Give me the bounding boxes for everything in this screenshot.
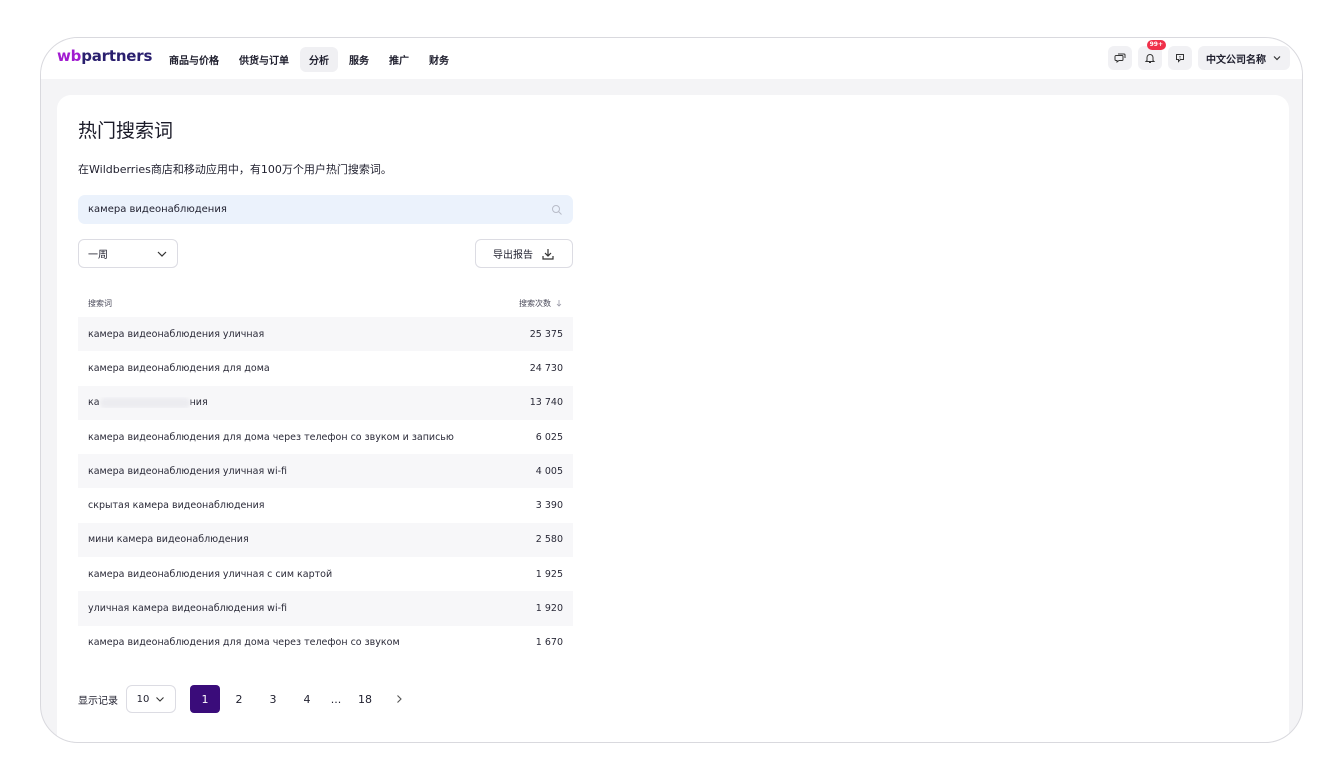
row-term: уличная камера видеонаблюдения wi-fi [88, 603, 288, 615]
search-input[interactable] [88, 204, 551, 215]
row-count: 2 580 [535, 534, 563, 546]
page-size-dropdown[interactable]: 10 [126, 685, 176, 713]
page-title: 热门搜索词 [78, 120, 174, 142]
row-count: 24 730 [529, 362, 563, 374]
nav-item-analytics[interactable]: 分析 [300, 47, 338, 72]
nav-item-promotion[interactable]: 推广 [380, 47, 418, 72]
chevron-down-icon [1273, 56, 1281, 61]
row-term-start: ка [88, 397, 100, 409]
feedback-icon [1176, 54, 1184, 63]
page-2-button[interactable]: 2 [224, 685, 254, 713]
page-subtitle: 在Wildberries商店和移动应用中，有100万个用户热门搜索词。 [78, 163, 392, 176]
table-row[interactable]: уличная камера видеонаблюдения wi-fi 1 9… [78, 591, 573, 626]
table-row[interactable]: мини камера видеонаблюдения 2 580 [78, 522, 573, 558]
page-1-button[interactable]: 1 [190, 685, 220, 713]
column-header-term: 搜索词 [88, 298, 112, 308]
nav-item-supplies-orders[interactable]: 供货与订单 [230, 47, 298, 72]
wb-partners-logo[interactable]: wbpartners [57, 47, 152, 65]
page-size-label: 显示记录 [78, 695, 118, 707]
company-selector[interactable]: 中文公司名称 [1198, 46, 1290, 70]
row-count: 4 005 [535, 465, 563, 477]
page-18-button[interactable]: 18 [350, 685, 380, 713]
nav-item-finance[interactable]: 财务 [420, 47, 458, 72]
nav-item-products-prices[interactable]: 商品与价格 [160, 47, 228, 72]
sort-down-icon [556, 300, 562, 307]
row-term: камера видеонаблюдения уличная [88, 328, 265, 340]
notifications-button[interactable]: 99+ [1138, 40, 1166, 70]
table-header: 搜索词 搜索次数 [78, 289, 573, 317]
row-term: камера видеонаблюдения уличная wi-fi [88, 465, 288, 477]
bell-icon [1144, 54, 1156, 63]
page-size-value: 10 [136, 693, 150, 705]
table-row[interactable]: камера видеонаблюдения для дома 24 730 [78, 351, 573, 385]
row-count: 13 740 [529, 397, 563, 409]
page-list: 1 2 3 4 ... 18 [190, 685, 414, 713]
page-ellipsis: ... [330, 692, 342, 706]
export-label: 导出报告 [493, 250, 533, 261]
row-term-redacted: ка ния [88, 397, 208, 408]
feedback-button[interactable] [1168, 46, 1192, 70]
company-name: 中文公司名称 [1206, 54, 1266, 66]
row-term-end: ния [189, 397, 208, 409]
table-row[interactable]: камера видеонаблюдения для дома через те… [78, 420, 573, 454]
table-row[interactable]: ка ния 13 740 [78, 385, 573, 420]
page-4-button[interactable]: 4 [292, 685, 322, 713]
table-row[interactable]: камера видеонаблюдения уличная с сим кар… [78, 557, 573, 591]
row-term: скрытая камера видеонаблюдения [88, 500, 265, 512]
pagination: 显示记录 10 1 2 3 4 ... 18 [78, 685, 414, 713]
notifications-badge: 99+ [1146, 40, 1166, 50]
header-actions: 99+ 中文公司名称 [1108, 40, 1290, 70]
page-3-button[interactable]: 3 [258, 685, 288, 713]
main-nav: 商品与价格 供货与订单 分析 服务 推广 财务 [160, 47, 458, 72]
column-header-count[interactable]: 搜索次数 [519, 298, 563, 309]
chevron-down-icon [156, 697, 165, 702]
nav-item-services[interactable]: 服务 [340, 47, 378, 72]
row-count: 1 670 [535, 637, 563, 649]
period-label: 一周 [88, 250, 108, 261]
app-window: wbpartners 商品与价格 供货与订单 分析 服务 推广 财务 99+ 中… [40, 37, 1303, 743]
table-row[interactable]: камера видеонаблюдения уличная 25 375 [78, 317, 573, 352]
row-count: 1 925 [535, 568, 563, 580]
table-row[interactable]: камера видеонаблюдения для дома через те… [78, 626, 573, 660]
chat-button[interactable] [1108, 46, 1132, 70]
row-term: камера видеонаблюдения уличная с сим кар… [88, 568, 333, 580]
next-page-button[interactable] [384, 685, 414, 713]
row-term: камера видеонаблюдения для дома [88, 362, 270, 374]
logo-wb: wb [57, 47, 82, 65]
row-count: 1 920 [535, 603, 563, 615]
search-icon[interactable] [551, 204, 563, 216]
table-row[interactable]: скрытая камера видеонаблюдения 3 390 [78, 488, 573, 522]
search-box[interactable] [78, 195, 573, 224]
row-count: 25 375 [529, 328, 563, 340]
row-term: мини камера видеонаблюдения [88, 534, 249, 546]
download-icon [542, 248, 554, 260]
logo-partners: partners [81, 47, 153, 65]
row-count: 3 390 [535, 500, 563, 512]
column-header-count-label: 搜索次数 [519, 298, 551, 308]
table-row[interactable]: камера видеонаблюдения уличная wi-fi 4 0… [78, 454, 573, 489]
row-term: камера видеонаблюдения для дома через те… [88, 431, 454, 443]
search-terms-table: 搜索词 搜索次数 камера видеонаблюдения уличная … [78, 289, 573, 660]
redacted-text [99, 397, 190, 408]
row-count: 6 025 [535, 431, 563, 443]
chat-icon [1114, 53, 1126, 63]
table-body: камера видеонаблюдения уличная 25 375 ка… [78, 317, 573, 660]
top-bar: wbpartners 商品与价格 供货与订单 分析 服务 推广 财务 99+ 中… [41, 38, 1302, 79]
export-report-button[interactable]: 导出报告 [475, 239, 573, 268]
chevron-down-icon [157, 251, 167, 257]
chevron-right-icon [397, 695, 402, 703]
period-dropdown[interactable]: 一周 [78, 239, 178, 268]
row-term: камера видеонаблюдения для дома через те… [88, 637, 400, 649]
search-terms-card: 热门搜索词 在Wildberries商店和移动应用中，有100万个用户热门搜索词… [57, 95, 1289, 742]
